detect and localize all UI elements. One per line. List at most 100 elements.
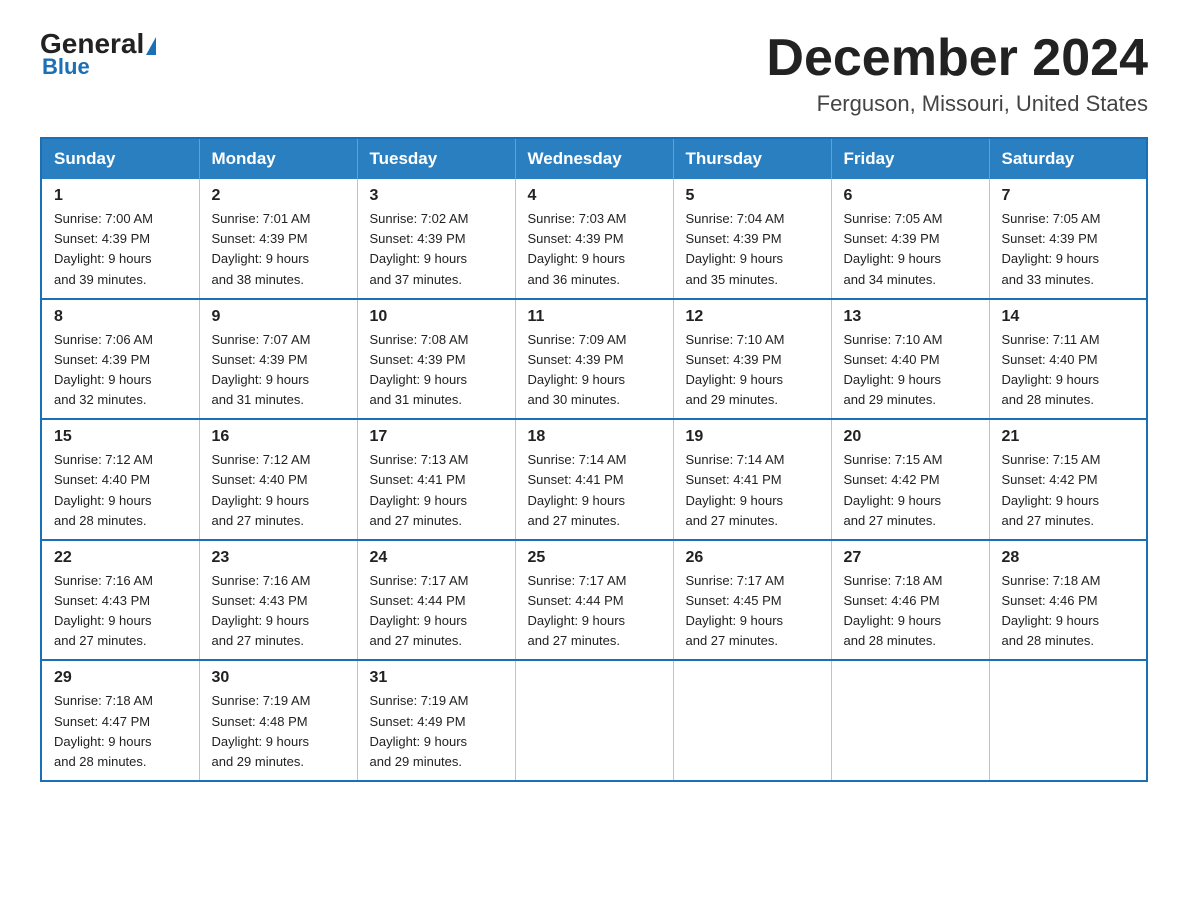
weekday-header-monday: Monday [199,138,357,179]
calendar-cell: 4 Sunrise: 7:03 AMSunset: 4:39 PMDaylight… [515,179,673,299]
weekday-header-tuesday: Tuesday [357,138,515,179]
day-number: 21 [1002,428,1135,446]
day-info: Sunrise: 7:08 AMSunset: 4:39 PMDaylight:… [370,332,469,407]
calendar-cell: 6 Sunrise: 7:05 AMSunset: 4:39 PMDaylight… [831,179,989,299]
weekday-header-wednesday: Wednesday [515,138,673,179]
day-info: Sunrise: 7:16 AMSunset: 4:43 PMDaylight:… [54,573,153,648]
calendar-cell: 14 Sunrise: 7:11 AMSunset: 4:40 PMDayligh… [989,299,1147,420]
page-header: General Blue December 2024 Ferguson, Mis… [40,30,1148,117]
calendar-cell: 16 Sunrise: 7:12 AMSunset: 4:40 PMDayligh… [199,419,357,540]
day-info: Sunrise: 7:19 AMSunset: 4:48 PMDaylight:… [212,693,311,768]
day-number: 1 [54,187,187,205]
calendar-cell: 29 Sunrise: 7:18 AMSunset: 4:47 PMDayligh… [41,660,199,781]
day-info: Sunrise: 7:05 AMSunset: 4:39 PMDaylight:… [844,211,943,286]
day-info: Sunrise: 7:02 AMSunset: 4:39 PMDaylight:… [370,211,469,286]
day-number: 25 [528,549,661,567]
location: Ferguson, Missouri, United States [766,91,1148,117]
day-number: 14 [1002,308,1135,326]
day-info: Sunrise: 7:03 AMSunset: 4:39 PMDaylight:… [528,211,627,286]
calendar-cell: 21Sunrise: 7:15 AMSunset: 4:42 PMDayligh… [989,419,1147,540]
calendar-cell: 1 Sunrise: 7:00 AMSunset: 4:39 PMDaylight… [41,179,199,299]
day-number: 23 [212,549,345,567]
calendar-cell: 11 Sunrise: 7:09 AMSunset: 4:39 PMDayligh… [515,299,673,420]
calendar-cell: 15Sunrise: 7:12 AMSunset: 4:40 PMDayligh… [41,419,199,540]
day-number: 5 [686,187,819,205]
day-number: 31 [370,669,503,687]
day-info: Sunrise: 7:14 AMSunset: 4:41 PMDaylight:… [528,452,627,527]
day-info: Sunrise: 7:01 AMSunset: 4:39 PMDaylight:… [212,211,311,286]
day-number: 11 [528,308,661,326]
day-info: Sunrise: 7:12 AMSunset: 4:40 PMDaylight:… [212,452,311,527]
weekday-header-friday: Friday [831,138,989,179]
calendar-cell: 28 Sunrise: 7:18 AMSunset: 4:46 PMDayligh… [989,540,1147,661]
day-number: 4 [528,187,661,205]
calendar-cell: 13 Sunrise: 7:10 AMSunset: 4:40 PMDayligh… [831,299,989,420]
weekday-header-sunday: Sunday [41,138,199,179]
calendar-cell [673,660,831,781]
day-number: 12 [686,308,819,326]
day-number: 8 [54,308,187,326]
day-info: Sunrise: 7:10 AMSunset: 4:39 PMDaylight:… [686,332,785,407]
day-number: 15 [54,428,187,446]
calendar-cell [831,660,989,781]
day-number: 27 [844,549,977,567]
calendar-cell: 3Sunrise: 7:02 AMSunset: 4:39 PMDaylight… [357,179,515,299]
logo: General Blue [40,30,156,80]
day-info: Sunrise: 7:10 AMSunset: 4:40 PMDaylight:… [844,332,943,407]
day-number: 22 [54,549,187,567]
day-info: Sunrise: 7:17 AMSunset: 4:45 PMDaylight:… [686,573,785,648]
calendar-cell: 30 Sunrise: 7:19 AMSunset: 4:48 PMDayligh… [199,660,357,781]
calendar-cell: 5 Sunrise: 7:04 AMSunset: 4:39 PMDaylight… [673,179,831,299]
title-block: December 2024 Ferguson, Missouri, United… [766,30,1148,117]
day-number: 17 [370,428,503,446]
day-number: 20 [844,428,977,446]
calendar-cell: 23 Sunrise: 7:16 AMSunset: 4:43 PMDayligh… [199,540,357,661]
calendar-cell: 19 Sunrise: 7:14 AMSunset: 4:41 PMDayligh… [673,419,831,540]
day-info: Sunrise: 7:11 AMSunset: 4:40 PMDaylight:… [1002,332,1100,407]
calendar-cell: 8 Sunrise: 7:06 AMSunset: 4:39 PMDaylight… [41,299,199,420]
day-number: 28 [1002,549,1135,567]
day-number: 24 [370,549,503,567]
day-number: 7 [1002,187,1135,205]
day-info: Sunrise: 7:16 AMSunset: 4:43 PMDaylight:… [212,573,311,648]
calendar-cell: 12 Sunrise: 7:10 AMSunset: 4:39 PMDayligh… [673,299,831,420]
day-info: Sunrise: 7:00 AMSunset: 4:39 PMDaylight:… [54,211,153,286]
calendar-cell: 26Sunrise: 7:17 AMSunset: 4:45 PMDayligh… [673,540,831,661]
calendar-cell: 18 Sunrise: 7:14 AMSunset: 4:41 PMDayligh… [515,419,673,540]
day-number: 6 [844,187,977,205]
day-number: 30 [212,669,345,687]
day-info: Sunrise: 7:07 AMSunset: 4:39 PMDaylight:… [212,332,311,407]
calendar-cell: 2Sunrise: 7:01 AMSunset: 4:39 PMDaylight… [199,179,357,299]
calendar-cell: 27 Sunrise: 7:18 AMSunset: 4:46 PMDayligh… [831,540,989,661]
day-info: Sunrise: 7:18 AMSunset: 4:46 PMDaylight:… [844,573,943,648]
day-info: Sunrise: 7:19 AMSunset: 4:49 PMDaylight:… [370,693,469,768]
calendar-cell: 10Sunrise: 7:08 AMSunset: 4:39 PMDayligh… [357,299,515,420]
day-number: 9 [212,308,345,326]
calendar-cell: 22 Sunrise: 7:16 AMSunset: 4:43 PMDayligh… [41,540,199,661]
day-number: 19 [686,428,819,446]
logo-blue: Blue [42,54,90,80]
day-info: Sunrise: 7:09 AMSunset: 4:39 PMDaylight:… [528,332,627,407]
calendar-cell: 7 Sunrise: 7:05 AMSunset: 4:39 PMDaylight… [989,179,1147,299]
day-info: Sunrise: 7:06 AMSunset: 4:39 PMDaylight:… [54,332,153,407]
day-info: Sunrise: 7:14 AMSunset: 4:41 PMDaylight:… [686,452,785,527]
day-info: Sunrise: 7:13 AMSunset: 4:41 PMDaylight:… [370,452,469,527]
calendar-cell: 24Sunrise: 7:17 AMSunset: 4:44 PMDayligh… [357,540,515,661]
day-number: 13 [844,308,977,326]
calendar-cell [989,660,1147,781]
calendar-cell [515,660,673,781]
day-number: 29 [54,669,187,687]
day-number: 16 [212,428,345,446]
calendar-cell: 9 Sunrise: 7:07 AMSunset: 4:39 PMDaylight… [199,299,357,420]
day-info: Sunrise: 7:17 AMSunset: 4:44 PMDaylight:… [528,573,627,648]
calendar-table: SundayMondayTuesdayWednesdayThursdayFrid… [40,137,1148,782]
day-info: Sunrise: 7:18 AMSunset: 4:46 PMDaylight:… [1002,573,1101,648]
calendar-cell: 31 Sunrise: 7:19 AMSunset: 4:49 PMDayligh… [357,660,515,781]
day-info: Sunrise: 7:04 AMSunset: 4:39 PMDaylight:… [686,211,785,286]
calendar-cell: 25 Sunrise: 7:17 AMSunset: 4:44 PMDayligh… [515,540,673,661]
day-number: 18 [528,428,661,446]
weekday-header-saturday: Saturday [989,138,1147,179]
day-info: Sunrise: 7:18 AMSunset: 4:47 PMDaylight:… [54,693,153,768]
calendar-cell: 20Sunrise: 7:15 AMSunset: 4:42 PMDayligh… [831,419,989,540]
day-info: Sunrise: 7:05 AMSunset: 4:39 PMDaylight:… [1002,211,1101,286]
